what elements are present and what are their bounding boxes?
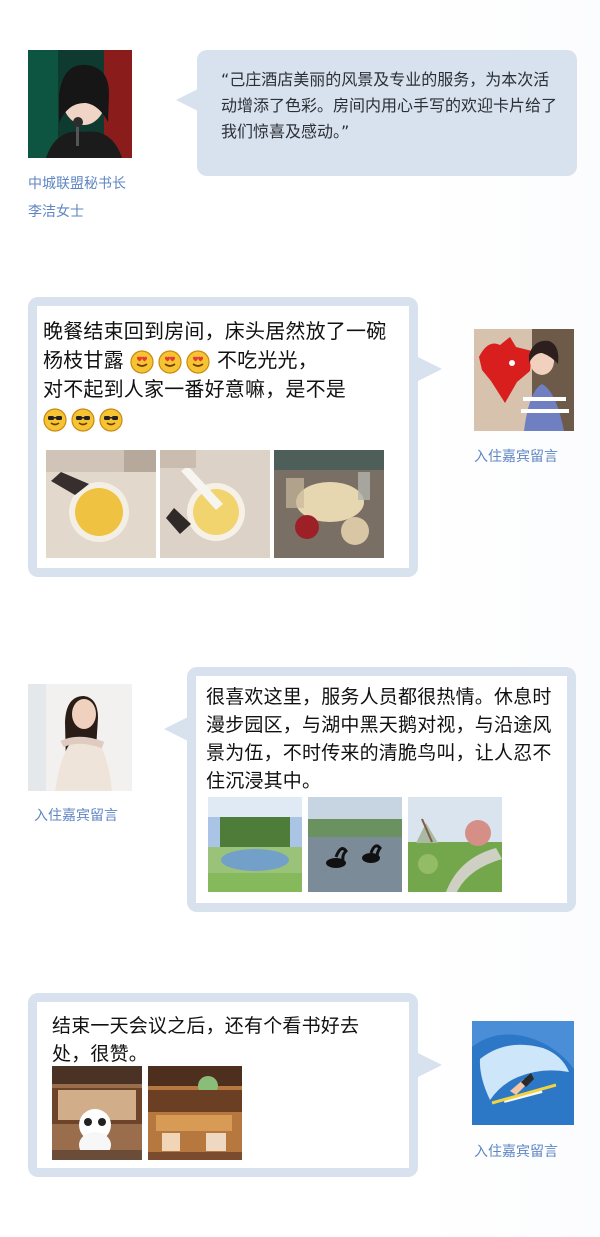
dessert-message-bubble: 晚餐结束回到房间，床头居然放了一碗杨枝甘露 不吃光光， 对不起到人家一番好意嘛，…: [28, 297, 418, 577]
swan-message-text: 很喜欢这里，服务人员都很热情。休息时漫步园区，与湖中黑天鹅对视，与沿途风景为伍，…: [206, 686, 552, 792]
speaker-message-bubble: “己庄酒店美丽的风景及专业的服务，为本次活动增添了色彩。房间内用心手写的欢迎卡片…: [197, 50, 577, 176]
reading-bubble-tail: [418, 1053, 442, 1077]
dessert-bubble-tail: [418, 357, 442, 381]
guest-caption-3: 入住嘉宾留言: [474, 1144, 558, 1160]
swan-bubble-tail: [164, 717, 188, 741]
smiling-heart-eyes-icon: [158, 349, 182, 374]
swan-message-bubble: 很喜欢这里，服务人员都很热情。休息时漫步园区，与湖中黑天鹅对视，与沿途风景为伍，…: [187, 667, 576, 912]
dessert-message-part-2: 不吃光光，: [216, 348, 318, 372]
reading-message-bubble: 结束一天会议之后，还有个看书好去处，很赞。: [28, 993, 418, 1177]
black-swans-lake-photo[interactable]: [308, 797, 402, 892]
guest-avatar-2[interactable]: [28, 684, 132, 791]
library-panda-photo[interactable]: [52, 1066, 142, 1160]
speaker-avatar[interactable]: [28, 50, 132, 158]
dessert-bowl-photo[interactable]: [46, 450, 156, 558]
sunglasses-face-icon: [71, 407, 95, 432]
speaker-caption-line-1: 中城联盟秘书长: [28, 176, 126, 192]
sunglasses-face-icon: [99, 407, 123, 432]
spoon-in-bowl-photo[interactable]: [160, 450, 270, 558]
smiling-heart-eyes-icon: [186, 349, 210, 374]
reading-room-photo[interactable]: [148, 1066, 242, 1160]
heart-eyes-emoji-row: [130, 349, 210, 374]
dessert-message-part-1: 晚餐结束回到房间，床头居然放了一碗杨枝甘露: [43, 319, 387, 372]
guest-avatar-3[interactable]: [472, 1021, 574, 1125]
dining-table-photo[interactable]: [274, 450, 384, 558]
guest-caption-2: 入住嘉宾留言: [34, 808, 118, 824]
dessert-message-text: 晚餐结束回到房间，床头居然放了一碗杨枝甘露 不吃光光， 对不起到人家一番好意嘛，…: [43, 317, 403, 433]
smiling-heart-eyes-icon: [130, 349, 154, 374]
lakeside-garden-photo[interactable]: [208, 797, 302, 892]
guest-avatar-1[interactable]: [474, 329, 574, 431]
dessert-message-part-3: 对不起到人家一番好意嘛，是不是: [43, 377, 346, 401]
garden-pathway-photo[interactable]: [408, 797, 502, 892]
speaker-caption-line-2: 李洁女士: [28, 204, 84, 220]
speaker-quote: “己庄酒店美丽的风景及专业的服务，为本次活动增添了色彩。房间内用心手写的欢迎卡片…: [221, 70, 558, 141]
sunglasses-face-icon: [43, 407, 67, 432]
reading-message-text: 结束一天会议之后，还有个看书好去处，很赞。: [52, 1015, 360, 1065]
sunglasses-emoji-row: [43, 407, 123, 432]
guest-caption-1: 入住嘉宾留言: [474, 449, 558, 465]
